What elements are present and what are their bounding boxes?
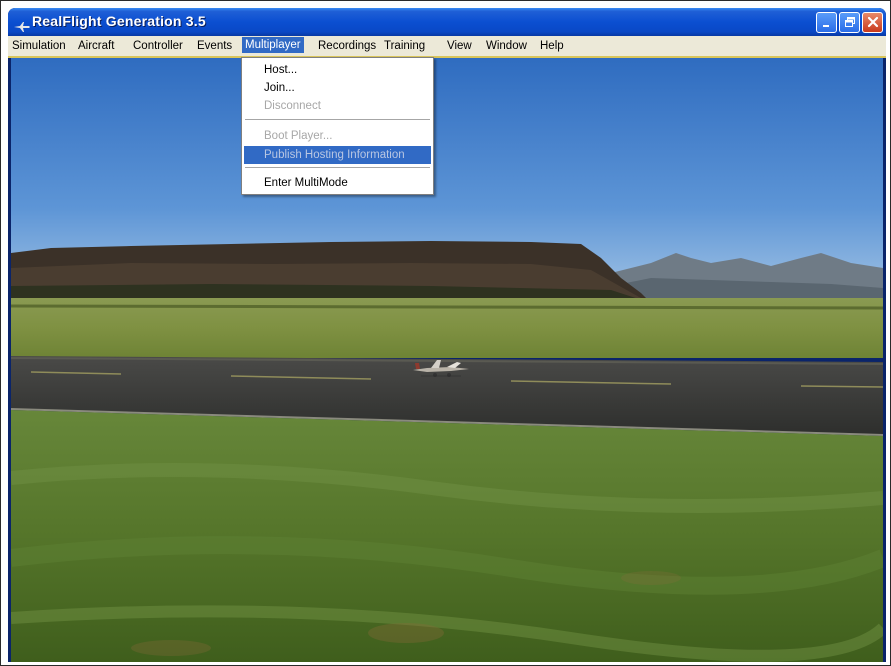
menu-item-enter-multimode[interactable]: Enter MultiMode	[244, 174, 431, 192]
menu-training[interactable]: Training	[384, 39, 425, 53]
menu-item-disconnect: Disconnect	[264, 100, 321, 112]
menu-bar: Simulation Aircraft Controller Events Mu…	[8, 36, 886, 58]
menu-controller[interactable]: Controller	[133, 39, 183, 53]
menu-recordings[interactable]: Recordings	[318, 39, 376, 53]
menu-window[interactable]: Window	[486, 39, 527, 53]
menu-simulation[interactable]: Simulation	[12, 39, 66, 53]
multiplayer-dropdown-menu: Host... Join... Disconnect Boot Player..…	[241, 57, 434, 195]
restore-button[interactable]	[839, 12, 860, 33]
menu-view[interactable]: View	[447, 39, 472, 53]
menu-separator	[245, 119, 430, 121]
menu-item-join[interactable]: Join...	[244, 79, 431, 97]
restore-icon	[844, 13, 856, 32]
close-button[interactable]	[862, 12, 883, 33]
title-bar[interactable]: RealFlight Generation 3.5	[8, 8, 886, 36]
app-window: RealFlight Generation 3.5 Simulation Air…	[8, 8, 886, 662]
menu-item-host[interactable]: Host...	[244, 61, 431, 79]
menu-multiplayer[interactable]: Multiplayer	[242, 37, 304, 53]
menu-help[interactable]: Help	[540, 39, 564, 53]
menu-events[interactable]: Events	[197, 39, 232, 53]
rc-airplane	[411, 358, 473, 380]
window-title: RealFlight Generation 3.5	[32, 13, 206, 29]
simulation-viewport[interactable]	[11, 58, 883, 662]
menu-item-boot-player: Boot Player...	[264, 130, 333, 142]
menu-separator	[245, 167, 430, 169]
menu-item-publish-hosting-information[interactable]: Publish Hosting Information	[244, 146, 431, 164]
close-icon	[867, 13, 879, 32]
plane-app-icon	[14, 17, 30, 32]
minimize-icon	[822, 13, 832, 32]
minimize-button[interactable]	[816, 12, 837, 33]
menu-aircraft[interactable]: Aircraft	[78, 39, 114, 53]
